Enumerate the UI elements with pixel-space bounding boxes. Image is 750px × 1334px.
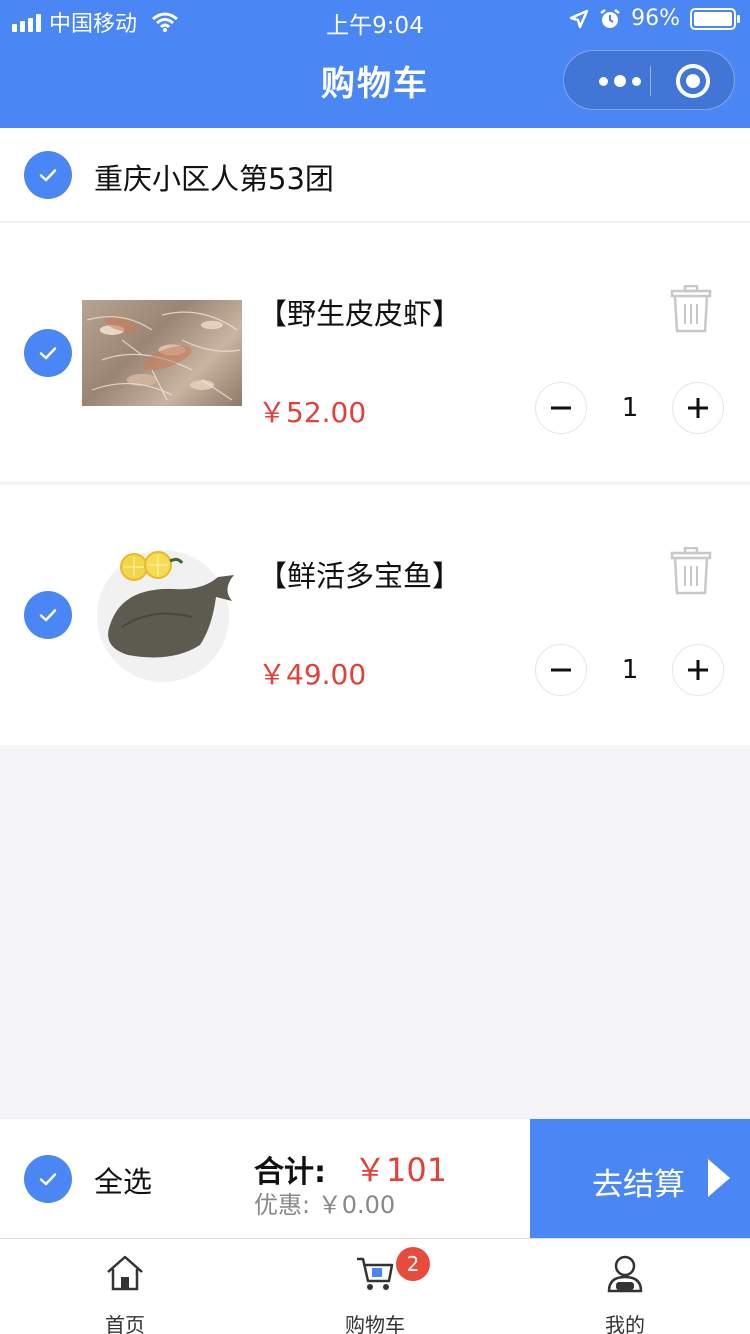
- more-icon[interactable]: [590, 51, 650, 111]
- capsule-divider: [650, 66, 651, 96]
- group-name: 重庆小区人第53团: [94, 162, 334, 196]
- quantity-value: 1: [621, 393, 639, 423]
- group-row: 重庆小区人第53团: [0, 128, 750, 222]
- header: 中国移动 上午9:04 96% 购物车: [0, 0, 750, 128]
- check-icon: [39, 347, 57, 360]
- checkout-button-label: 去结算: [592, 1167, 685, 1203]
- select-all-checkbox[interactable]: [24, 1155, 72, 1203]
- plus-icon: [688, 660, 708, 680]
- product-name[interactable]: 【鲜活多宝鱼】: [258, 553, 461, 595]
- product-price: ￥49.00: [258, 658, 367, 691]
- cart-item: 【鲜活多宝鱼】 ￥49.00 1: [0, 485, 750, 745]
- cart-count-badge: 2: [396, 1247, 430, 1281]
- mini-program-capsule: [563, 50, 735, 110]
- quantity-value: 1: [621, 655, 639, 685]
- group-checkbox[interactable]: [24, 151, 72, 199]
- product-image[interactable]: [82, 547, 242, 683]
- tab-label: 购物车: [345, 1313, 405, 1334]
- arrow-right-icon: [708, 1159, 730, 1197]
- tab-cart[interactable]: 2 购物车: [250, 1239, 500, 1334]
- tab-home[interactable]: 首页: [0, 1239, 250, 1334]
- minus-icon: [551, 406, 571, 410]
- tab-label: 首页: [105, 1313, 145, 1334]
- alarm-icon: [600, 8, 620, 28]
- discount-text: 优惠: ￥0.00: [254, 1191, 396, 1219]
- checkout-button[interactable]: 去结算: [530, 1119, 750, 1239]
- tab-bar: 首页 2 购物车 我的: [0, 1238, 750, 1334]
- trash-icon[interactable]: [668, 547, 714, 595]
- home-icon: [107, 1255, 143, 1291]
- status-bar: 中国移动 上午9:04 96%: [0, 0, 750, 40]
- location-icon: [569, 9, 589, 28]
- increase-button[interactable]: [672, 382, 724, 434]
- check-icon: [39, 1173, 57, 1186]
- check-icon: [39, 169, 57, 182]
- increase-button[interactable]: [672, 644, 724, 696]
- select-all-label[interactable]: 全选: [94, 1159, 152, 1201]
- user-icon: [607, 1255, 643, 1293]
- item-checkbox[interactable]: [24, 591, 72, 639]
- battery-percent: 96%: [631, 6, 680, 31]
- checkout-bar: 全选 合计: ￥101 优惠: ￥0.00 去结算: [0, 1118, 750, 1239]
- close-icon[interactable]: [676, 64, 710, 98]
- tab-profile[interactable]: 我的: [500, 1239, 750, 1334]
- decrease-button[interactable]: [535, 382, 587, 434]
- check-icon: [39, 609, 57, 622]
- trash-icon[interactable]: [668, 285, 714, 333]
- shrimp-image: [86, 311, 241, 401]
- fish-image: [97, 550, 234, 682]
- cart-icon: [357, 1257, 394, 1290]
- plus-icon: [688, 398, 708, 418]
- battery-icon: [690, 7, 740, 30]
- tab-label: 我的: [605, 1313, 645, 1334]
- cart-item: 【野生皮皮虾】 ￥52.00 1: [0, 223, 750, 483]
- item-checkbox[interactable]: [24, 329, 72, 377]
- decrease-button[interactable]: [535, 644, 587, 696]
- product-image[interactable]: [82, 300, 242, 406]
- product-price: ￥52.00: [258, 396, 367, 429]
- minus-icon: [551, 668, 571, 672]
- product-name[interactable]: 【野生皮皮虾】: [258, 291, 461, 333]
